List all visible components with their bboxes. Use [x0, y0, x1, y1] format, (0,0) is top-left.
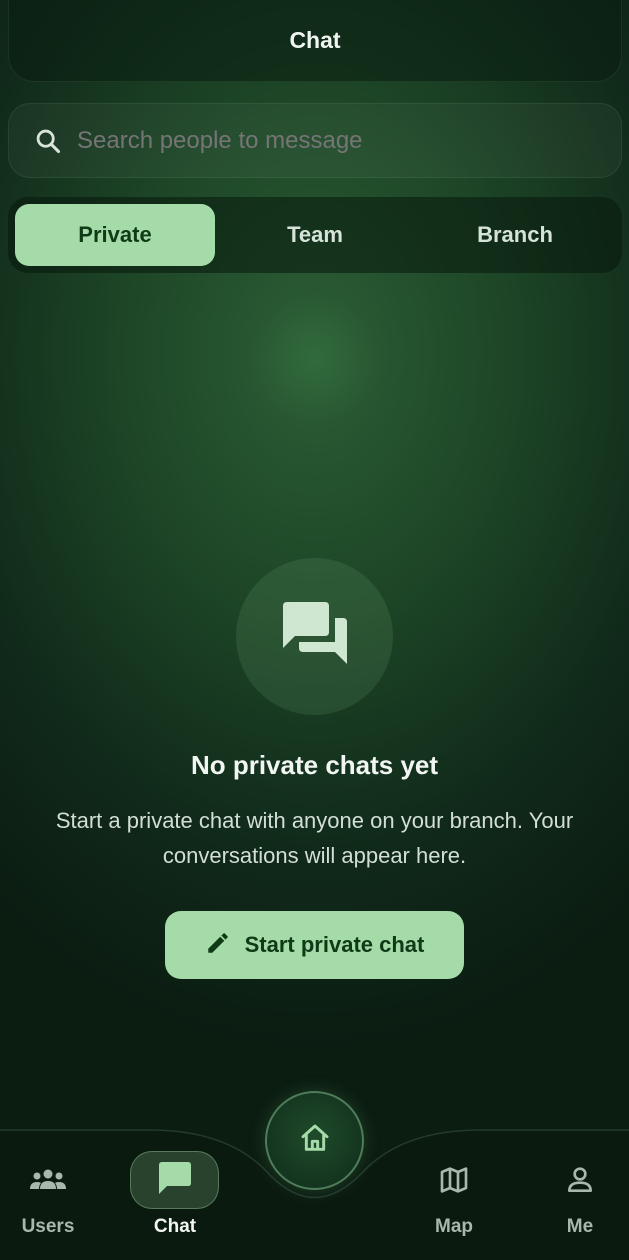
nav-item-users[interactable]: Users	[3, 1150, 93, 1250]
app-header: Chat	[8, 0, 622, 82]
empty-state-title: No private chats yet	[190, 750, 439, 780]
home-icon	[299, 1122, 331, 1159]
pencil-icon	[205, 930, 231, 961]
nav-label-me: Me	[566, 1216, 594, 1237]
chat-bubbles-icon	[281, 602, 349, 671]
search-icon	[33, 126, 63, 156]
chat-type-tabs: Private Team Branch	[8, 197, 622, 273]
nav-item-map[interactable]: Map	[409, 1150, 499, 1250]
users-icon	[28, 1160, 68, 1200]
start-private-chat-label: Start private chat	[244, 932, 425, 957]
tab-branch[interactable]: Branch	[415, 204, 615, 266]
nav-item-chat[interactable]: Chat	[130, 1150, 220, 1250]
nav-item-me[interactable]: Me	[535, 1150, 625, 1250]
search-input[interactable]	[77, 126, 557, 155]
map-icon	[434, 1160, 474, 1200]
tab-private[interactable]: Private	[15, 204, 215, 266]
search-bar[interactable]	[8, 103, 622, 178]
start-private-chat-button[interactable]: Start private chat	[165, 911, 464, 979]
nav-label-map: Map	[435, 1216, 473, 1237]
page-title: Chat	[289, 27, 341, 53]
person-icon	[560, 1160, 600, 1200]
nav-label-users: Users	[21, 1216, 75, 1237]
home-button[interactable]	[265, 1091, 364, 1190]
nav-label-chat: Chat	[153, 1216, 197, 1237]
empty-state-description: Start a private chat with anyone on your…	[55, 808, 574, 868]
tab-team[interactable]: Team	[215, 204, 415, 266]
background-glow	[240, 300, 390, 420]
empty-state-icon-circle	[236, 558, 393, 715]
